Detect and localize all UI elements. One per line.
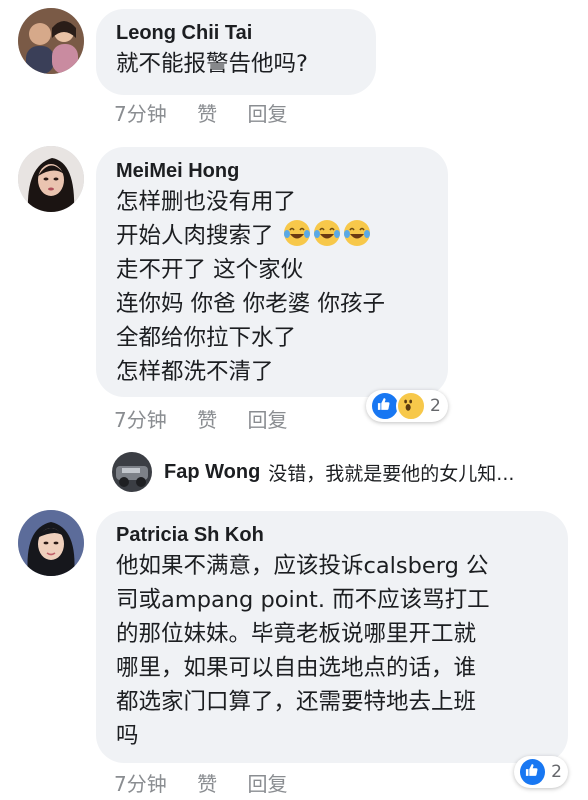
- reactions-summary[interactable]: 2: [514, 756, 568, 788]
- commenter-name[interactable]: Patricia Sh Koh: [116, 521, 548, 549]
- like-icon: [518, 757, 548, 787]
- comment-line: 怎样都洗不清了: [116, 359, 274, 385]
- comment-line: 就不能报警告他吗?: [116, 51, 308, 77]
- avatar[interactable]: [18, 510, 84, 576]
- reaction-count: 2: [430, 396, 441, 416]
- comment-actions: 7分钟 赞 回复: [114, 768, 311, 797]
- commenter-name[interactable]: MeiMei Hong: [116, 157, 428, 185]
- comment-bubble: Leong Chii Tai 就不能报警告他吗?: [96, 9, 376, 95]
- like-button[interactable]: 赞: [197, 102, 217, 126]
- comment-text: 就不能报警告他吗?: [116, 47, 356, 81]
- comment-bubble: MeiMei Hong 怎样删也没有用了 开始人肉搜索了 走不开了 这个家伙 连…: [96, 147, 448, 397]
- timestamp[interactable]: 7分钟: [114, 408, 167, 432]
- comment-line: 都选家门口算了，还需要特地去上班: [116, 689, 477, 715]
- comment-actions: 7分钟 赞 回复: [114, 404, 311, 433]
- comment-line: 怎样删也没有用了: [116, 189, 297, 215]
- comment-line: 全都给你拉下水了: [116, 325, 297, 351]
- avatar[interactable]: [112, 452, 152, 492]
- comment-line: 开始人肉搜索了: [116, 223, 274, 249]
- comment-line: 哪里，如果可以自由选地点的话，谁: [116, 655, 477, 681]
- laughing-tears-emoji: [283, 220, 310, 246]
- like-button[interactable]: 赞: [197, 772, 217, 796]
- comment-line-with-emoji: 开始人肉搜索了: [116, 219, 428, 253]
- reply-snippet: 没错，我就是要他的女儿知...: [268, 462, 515, 485]
- comment-line: 走不开了 这个家伙: [116, 257, 304, 283]
- timestamp[interactable]: 7分钟: [114, 102, 167, 126]
- comment-actions: 7分钟 赞 回复: [114, 98, 311, 127]
- reactions-summary[interactable]: 2: [366, 390, 448, 422]
- comment-line: 吗: [116, 723, 139, 749]
- comment-text: 怎样删也没有用了 开始人肉搜索了 走不开了 这个家伙 连你妈 你爸 你老婆 你孩…: [116, 185, 428, 389]
- laughing-tears-emoji: [343, 220, 370, 246]
- timestamp[interactable]: 7分钟: [114, 772, 167, 796]
- like-button[interactable]: 赞: [197, 408, 217, 432]
- reply-button[interactable]: 回复: [247, 102, 287, 126]
- reply-button[interactable]: 回复: [247, 772, 287, 796]
- comment-text: 他如果不满意，应该投诉calsberg 公 司或ampang point. 而不…: [116, 549, 548, 753]
- comment-line: 司或ampang point. 而不应该骂打工: [116, 587, 490, 613]
- wow-icon: [396, 391, 426, 421]
- reply-author-name[interactable]: Fap Wong: [164, 461, 260, 484]
- laughing-tears-emoji: [313, 220, 340, 246]
- comment-line: 连你妈 你爸 你老婆 你孩子: [116, 291, 385, 317]
- comment-bubble: Patricia Sh Koh 他如果不满意，应该投诉calsberg 公 司或…: [96, 511, 568, 763]
- commenter-name[interactable]: Leong Chii Tai: [116, 19, 356, 47]
- comment-line: 的那位妹妹。毕竟老板说哪里开工就: [116, 621, 477, 647]
- avatar[interactable]: [18, 146, 84, 212]
- comment-line: 他如果不满意，应该投诉calsberg 公: [116, 553, 489, 579]
- reply-button[interactable]: 回复: [247, 408, 287, 432]
- reply-preview[interactable]: Fap Wong 没错，我就是要他的女儿知...: [112, 452, 514, 492]
- avatar[interactable]: [18, 8, 84, 74]
- reaction-count: 2: [551, 762, 562, 782]
